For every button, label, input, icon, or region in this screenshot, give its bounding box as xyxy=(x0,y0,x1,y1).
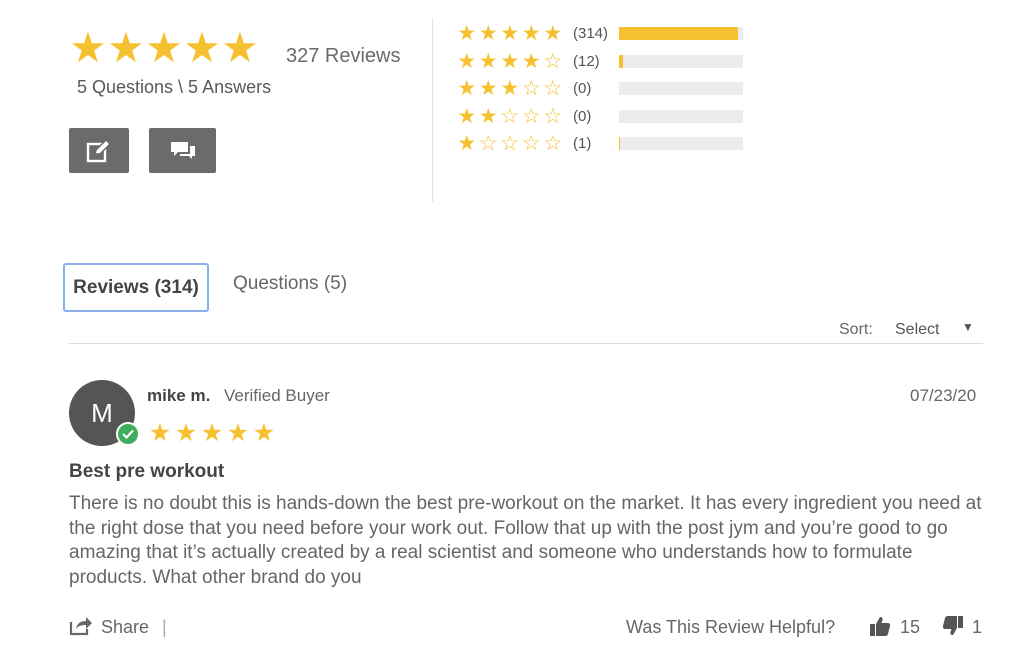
review-rating-stars: ★ ★ ★ ★ ★ xyxy=(147,419,277,448)
star-icon: ★ xyxy=(457,77,477,100)
average-rating-stars: ★★★★★ xyxy=(68,24,259,72)
star-outline-icon: ☆ xyxy=(543,132,563,155)
histogram-bar-track xyxy=(619,55,743,68)
divider xyxy=(69,343,983,344)
histogram-bar-track xyxy=(619,82,743,95)
share-icon[interactable] xyxy=(69,616,93,641)
helpful-down-count: 1 xyxy=(972,617,983,637)
star-outline-icon: ☆ xyxy=(478,132,498,155)
star-icon: ★ xyxy=(500,50,520,73)
thumbs-down-icon[interactable] xyxy=(942,615,964,642)
star-icon: ★ xyxy=(543,22,563,45)
chat-bubbles-icon xyxy=(170,141,195,159)
histogram-stars: ★ ★ ★ ★ ★ xyxy=(456,22,564,46)
histogram-row-2[interactable]: ★ ★ ☆ ☆ ☆ (0) xyxy=(456,105,756,127)
sort-label: Sort: xyxy=(839,321,873,338)
histogram-bar-fill xyxy=(619,27,739,40)
star-outline-icon: ☆ xyxy=(521,105,541,128)
star-icon: ★ xyxy=(221,24,259,71)
reviewer-name: mike m. xyxy=(147,386,211,405)
star-icon: ★ xyxy=(183,24,221,71)
histogram-bar-track xyxy=(619,27,743,40)
star-icon: ★ xyxy=(457,22,477,45)
histogram-bar-track xyxy=(619,110,743,123)
histogram-row-5[interactable]: ★ ★ ★ ★ ★ (314) xyxy=(456,22,756,44)
histogram-stars: ★ ★ ☆ ☆ ☆ xyxy=(456,105,564,129)
qa-summary: 5 Questions \ 5 Answers xyxy=(77,77,272,97)
star-icon: ★ xyxy=(252,419,276,447)
star-icon: ★ xyxy=(521,22,541,45)
thumbs-up-icon[interactable] xyxy=(869,615,891,642)
histogram-count: (314) xyxy=(573,25,609,42)
star-icon: ★ xyxy=(174,419,198,447)
star-icon: ★ xyxy=(107,24,145,71)
review-date: 07/23/20 xyxy=(910,386,977,405)
histogram-row-4[interactable]: ★ ★ ★ ★ ☆ (12) xyxy=(456,50,756,72)
star-icon: ★ xyxy=(457,105,477,128)
verified-check-icon xyxy=(116,422,140,446)
star-icon: ★ xyxy=(226,419,250,447)
star-icon: ★ xyxy=(148,419,172,447)
histogram-count: (1) xyxy=(573,135,592,152)
summary-divider xyxy=(432,18,433,202)
star-icon: ★ xyxy=(457,132,477,155)
star-outline-icon: ☆ xyxy=(543,105,563,128)
star-icon: ★ xyxy=(478,77,498,100)
histogram-bar-fill xyxy=(619,55,623,68)
chevron-down-icon[interactable]: ▼ xyxy=(962,320,974,334)
helpful-up-count: 15 xyxy=(900,617,921,637)
tab-questions[interactable]: Questions (5) xyxy=(233,273,347,295)
star-icon: ★ xyxy=(478,105,498,128)
star-icon: ★ xyxy=(478,22,498,45)
separator: | xyxy=(162,617,167,637)
write-review-button[interactable] xyxy=(69,128,129,173)
tab-reviews[interactable]: Reviews (314) xyxy=(63,263,209,312)
histogram-stars: ★ ★ ★ ★ ☆ xyxy=(456,50,564,74)
share-button[interactable]: Share xyxy=(101,617,149,638)
star-outline-icon: ☆ xyxy=(500,132,520,155)
histogram-bar-track xyxy=(619,137,743,150)
total-reviews-count: 327 Reviews xyxy=(286,45,401,67)
star-outline-icon: ☆ xyxy=(543,50,563,73)
star-icon: ★ xyxy=(69,24,107,71)
star-icon: ★ xyxy=(145,24,183,71)
histogram-stars: ★ ☆ ☆ ☆ ☆ xyxy=(456,132,564,156)
star-outline-icon: ☆ xyxy=(521,77,541,100)
ask-question-button[interactable] xyxy=(149,128,216,173)
star-icon: ★ xyxy=(478,50,498,73)
star-icon: ★ xyxy=(500,77,520,100)
histogram-count: (12) xyxy=(573,53,600,70)
review-body: There is no doubt this is hands-down the… xyxy=(69,493,982,588)
review-title: Best pre workout xyxy=(69,461,225,482)
sort-select[interactable]: Select xyxy=(895,321,939,339)
histogram-count: (0) xyxy=(573,108,592,125)
histogram-row-1[interactable]: ★ ☆ ☆ ☆ ☆ (1) xyxy=(456,132,756,154)
star-icon: ★ xyxy=(500,22,520,45)
histogram-bar-fill xyxy=(619,137,621,150)
helpful-label: Was This Review Helpful? xyxy=(626,617,836,637)
star-icon: ★ xyxy=(457,50,477,73)
star-outline-icon: ☆ xyxy=(543,77,563,100)
star-icon: ★ xyxy=(521,50,541,73)
histogram-count: (0) xyxy=(573,80,592,97)
edit-icon xyxy=(86,138,112,162)
star-outline-icon: ☆ xyxy=(521,132,541,155)
star-outline-icon: ☆ xyxy=(500,105,520,128)
histogram-row-3[interactable]: ★ ★ ★ ☆ ☆ (0) xyxy=(456,77,756,99)
histogram-stars: ★ ★ ★ ☆ ☆ xyxy=(456,77,564,101)
star-icon: ★ xyxy=(200,419,224,447)
verified-buyer-label: Verified Buyer xyxy=(224,386,330,405)
